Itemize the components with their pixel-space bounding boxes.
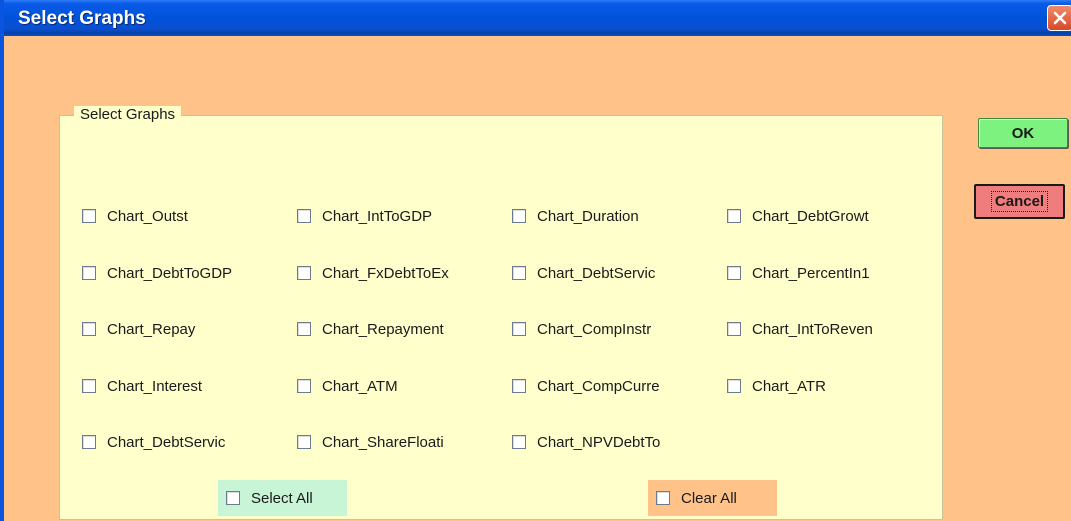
checkbox-label: Chart_IntToReven [752, 320, 873, 338]
checkbox-box[interactable] [512, 266, 526, 280]
clear-all-label: Clear All [681, 489, 737, 507]
checkbox-label: Chart_CompInstr [537, 320, 652, 338]
checkbox-label: Chart_ATM [322, 377, 398, 395]
checkbox-box[interactable] [82, 379, 96, 393]
checkbox-box[interactable] [512, 379, 526, 393]
checkbox-chart-debtgrowt[interactable]: Chart_DebtGrowt [727, 205, 869, 227]
close-button[interactable] [1047, 5, 1071, 31]
group-legend: Select Graphs [74, 106, 182, 123]
checkbox-box[interactable] [82, 435, 96, 449]
checkbox-chart-duration[interactable]: Chart_Duration [512, 205, 639, 227]
checkbox-chart-repay[interactable]: Chart_Repay [82, 318, 195, 340]
checkbox-chart-outst[interactable]: Chart_Outst [82, 205, 188, 227]
checkbox-label: Chart_DebtToGDP [107, 264, 233, 282]
checkbox-box[interactable] [297, 435, 311, 449]
checkbox-chart-percentin1[interactable]: Chart_PercentIn1 [727, 262, 870, 284]
checkbox-label: Chart_Repay [107, 320, 196, 338]
cancel-label: Cancel [990, 191, 1049, 212]
checkbox-label: Chart_CompCurre [537, 377, 660, 395]
dialog-window: Select Graphs Select Graphs Chart_Outst … [0, 0, 1071, 521]
checkbox-box[interactable] [727, 379, 741, 393]
checkbox-box[interactable] [512, 435, 526, 449]
checkbox-box[interactable] [82, 266, 96, 280]
checkbox-chart-compinstr[interactable]: Chart_CompInstr [512, 318, 651, 340]
checkbox-chart-debttogdp[interactable]: Chart_DebtToGDP [82, 262, 232, 284]
clear-all-checkbox[interactable]: Clear All [648, 480, 777, 516]
dialog-client-area: Select Graphs Chart_Outst Chart_IntToGDP… [8, 36, 1071, 521]
checkbox-chart-inttoreven[interactable]: Chart_IntToReven [727, 318, 873, 340]
checkbox-label: Chart_ATR [752, 377, 826, 395]
checkbox-label: Chart_NPVDebtTo [537, 433, 661, 451]
ok-button[interactable]: OK [978, 118, 1068, 148]
checkbox-label: Chart_FxDebtToEx [322, 264, 449, 282]
checkbox-box[interactable] [727, 209, 741, 223]
checkbox-label: Chart_Outst [107, 207, 188, 225]
checkbox-box[interactable] [512, 209, 526, 223]
checkbox-label: Chart_Duration [537, 207, 639, 225]
select-graphs-group: Select Graphs Chart_Outst Chart_IntToGDP… [59, 106, 943, 520]
checkbox-box[interactable] [297, 322, 311, 336]
checkbox-label: Chart_ShareFloati [322, 433, 444, 451]
checkbox-box[interactable] [512, 322, 526, 336]
checkbox-chart-atm[interactable]: Chart_ATM [297, 375, 398, 397]
checkbox-box[interactable] [297, 379, 311, 393]
checkbox-label: Chart_PercentIn1 [752, 264, 870, 282]
checkbox-box[interactable] [82, 322, 96, 336]
checkbox-label: Chart_IntToGDP [322, 207, 433, 225]
checkbox-box[interactable] [656, 491, 670, 505]
checkbox-chart-npvdebtto[interactable]: Chart_NPVDebtTo [512, 431, 660, 453]
close-x-icon [1053, 11, 1067, 25]
checkbox-chart-atr[interactable]: Chart_ATR [727, 375, 826, 397]
select-all-checkbox[interactable]: Select All [218, 480, 347, 516]
checkbox-chart-debtservic-2[interactable]: Chart_DebtServic [82, 431, 225, 453]
checkbox-chart-sharefloati[interactable]: Chart_ShareFloati [297, 431, 444, 453]
checkbox-chart-debtservic[interactable]: Chart_DebtServic [512, 262, 655, 284]
ok-label: OK [1011, 124, 1035, 142]
checkbox-label: Chart_Repayment [322, 320, 444, 338]
checkbox-box[interactable] [82, 209, 96, 223]
checkbox-box[interactable] [727, 266, 741, 280]
checkbox-box[interactable] [297, 266, 311, 280]
checkbox-label: Chart_DebtServic [107, 433, 226, 451]
checkbox-chart-repayment[interactable]: Chart_Repayment [297, 318, 444, 340]
checkbox-chart-inttogdp[interactable]: Chart_IntToGDP [297, 205, 432, 227]
cancel-button[interactable]: Cancel [974, 184, 1065, 219]
checkbox-chart-interest[interactable]: Chart_Interest [82, 375, 202, 397]
checkbox-box[interactable] [226, 491, 240, 505]
checkbox-label: Chart_DebtServic [537, 264, 656, 282]
checkbox-label: Chart_Interest [107, 377, 203, 395]
select-all-label: Select All [251, 489, 313, 507]
checkbox-box[interactable] [297, 209, 311, 223]
checkbox-label: Chart_DebtGrowt [752, 207, 869, 225]
checkbox-chart-compcurre[interactable]: Chart_CompCurre [512, 375, 660, 397]
checkbox-chart-fxdebttoex[interactable]: Chart_FxDebtToEx [297, 262, 449, 284]
title-bar[interactable]: Select Graphs [4, 0, 1071, 36]
checkbox-box[interactable] [727, 322, 741, 336]
window-title: Select Graphs [18, 8, 146, 29]
